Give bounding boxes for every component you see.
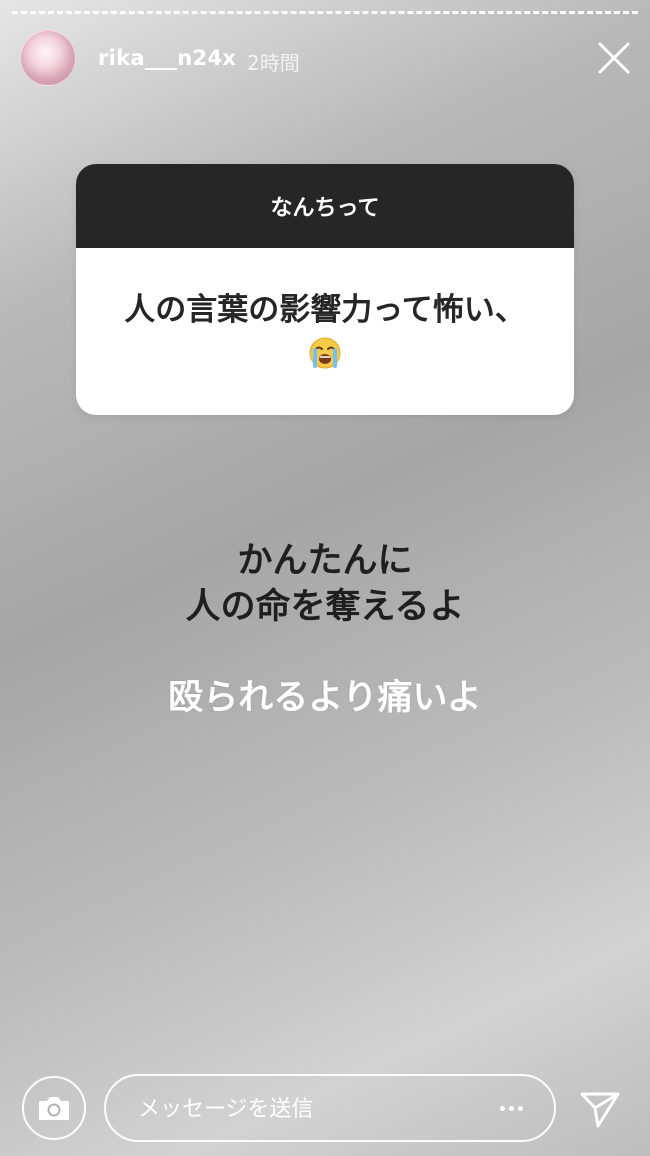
question-sticker: なんちって 人の言葉の影響力って怖い、 <box>76 164 574 415</box>
close-button[interactable] <box>596 40 632 76</box>
message-box[interactable] <box>104 1074 556 1142</box>
more-dots-icon <box>517 1105 523 1111</box>
close-icon <box>598 42 630 74</box>
avatar[interactable] <box>20 30 76 86</box>
username[interactable]: rika___n24x <box>98 46 236 70</box>
story-text-line-3: 殴られるより痛いよ <box>168 678 482 718</box>
story-text-line-2: 人の命を奪えるよ <box>185 587 465 627</box>
more-options-button[interactable] <box>496 1096 526 1120</box>
question-text: なんちって <box>76 164 574 248</box>
message-input[interactable] <box>136 1076 470 1142</box>
more-dots-icon <box>508 1105 514 1111</box>
more-dots-icon <box>499 1105 505 1111</box>
answer-area: 人の言葉の影響力って怖い、 <box>76 248 574 415</box>
story-progress-bar <box>12 11 638 17</box>
camera-button[interactable] <box>22 1076 86 1140</box>
loudly-crying-face-emoji-icon <box>309 337 341 368</box>
send-button[interactable] <box>578 1086 622 1130</box>
answer-text: 人の言葉の影響力って怖い、 <box>124 291 526 328</box>
time-ago: 2時間 <box>247 51 300 75</box>
camera-icon <box>39 1097 69 1120</box>
send-icon <box>580 1092 620 1128</box>
story-text-line-1: かんたんに <box>237 541 413 581</box>
